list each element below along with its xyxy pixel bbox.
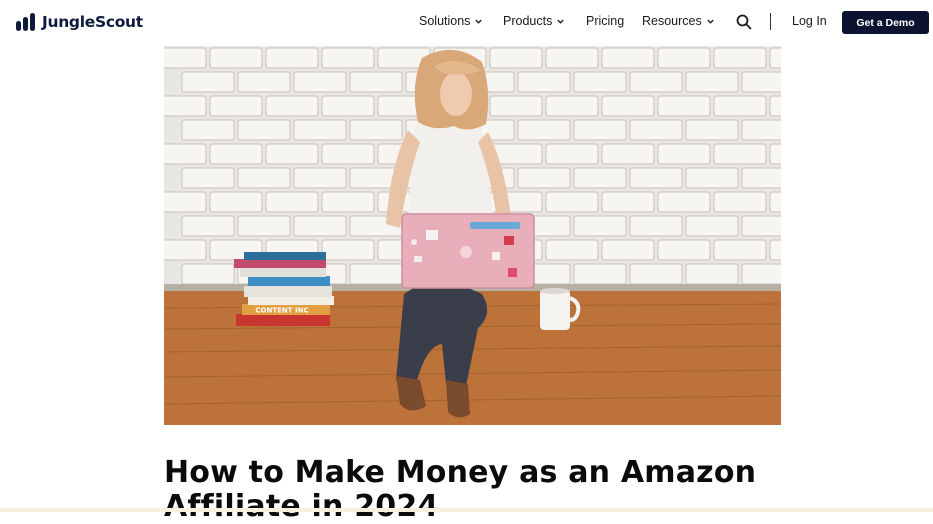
article-title: How to Make Money as an Amazon Affiliate… bbox=[164, 455, 757, 524]
chevron-down-icon bbox=[475, 19, 483, 24]
junglescout-logo-icon bbox=[16, 13, 35, 31]
brand-logo[interactable]: JungleScout bbox=[16, 12, 143, 32]
page-bottom-band bbox=[0, 508, 933, 512]
chevron-down-icon bbox=[557, 19, 565, 24]
login-link[interactable]: Log In bbox=[792, 14, 827, 28]
nav-resources-label: Resources bbox=[642, 14, 702, 28]
nav-products[interactable]: Products bbox=[503, 14, 565, 28]
nav-resources[interactable]: Resources bbox=[642, 14, 715, 28]
get-a-demo-button[interactable]: Get a Demo bbox=[842, 11, 929, 34]
nav-pricing[interactable]: Pricing bbox=[586, 14, 624, 28]
hero-image: CONTENT INC bbox=[164, 46, 781, 425]
book-spine-text: CONTENT INC bbox=[255, 307, 308, 315]
nav-divider bbox=[770, 13, 771, 30]
search-icon[interactable] bbox=[736, 14, 752, 30]
book-stack: CONTENT INC bbox=[234, 252, 334, 326]
nav-products-label: Products bbox=[503, 14, 553, 28]
chevron-down-icon bbox=[707, 19, 714, 24]
laptop bbox=[401, 213, 535, 289]
nav-pricing-label: Pricing bbox=[586, 14, 625, 28]
nav-solutions-label: Solutions bbox=[419, 14, 471, 28]
brand-name: JungleScout bbox=[42, 13, 143, 31]
site-header: JungleScout Solutions Products Pricing R… bbox=[0, 0, 933, 44]
nav-solutions[interactable]: Solutions bbox=[419, 14, 483, 28]
